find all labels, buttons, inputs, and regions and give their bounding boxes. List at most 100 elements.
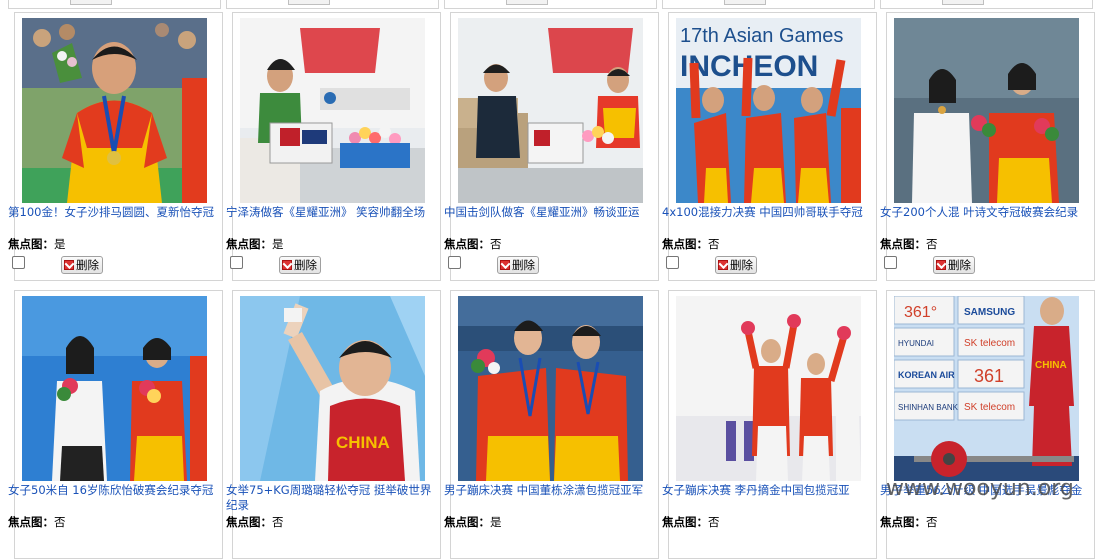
delete-icon [64,260,74,270]
photo-card: 女子蹦床决赛 李丹摘金中国包揽冠亚 焦点图：否 [662,290,877,559]
delete-label: 删除 [512,258,535,272]
photo-caption-link[interactable]: 女子50米自 16岁陈欣怡破赛会纪录夺冠 [8,483,222,498]
svg-text:SK telecom: SK telecom [964,338,1015,349]
focus-value: 否 [708,237,720,251]
delete-button[interactable]: 删除 [279,256,321,274]
photo-card: 宁泽涛做客《星耀亚洲》 笑容帅翻全场 焦点图：是 删除 [226,12,441,281]
svg-text:SAMSUNG: SAMSUNG [964,307,1015,318]
focus-value: 否 [708,515,720,529]
focus-label: 焦点图： [226,515,272,529]
delete-button-remnant[interactable] [70,0,112,5]
photo-caption-link[interactable]: 中国击剑队做客《星耀亚洲》畅谈亚运 [444,205,658,220]
delete-label: 删除 [76,258,99,272]
delete-button[interactable]: 删除 [61,256,103,274]
focus-label: 焦点图： [662,515,708,529]
photo-caption-link[interactable]: 女子蹦床决赛 李丹摘金中国包揽冠亚 [662,483,876,498]
focus-status: 焦点图：否 [880,515,1080,530]
delete-button-remnant[interactable] [724,0,766,5]
card-remnant [226,0,439,9]
svg-text:CHINA: CHINA [336,433,390,452]
delete-button[interactable]: 删除 [933,256,975,274]
photo-caption-link[interactable]: 女子200个人混 叶诗文夺冠破赛会纪录 [880,205,1094,220]
focus-value: 是 [490,515,502,529]
card-remnant [880,0,1093,9]
delete-button[interactable]: 删除 [497,256,539,274]
photo-thumbnail[interactable] [458,18,643,203]
delete-icon [500,260,510,270]
delete-button[interactable]: 删除 [715,256,757,274]
focus-value: 否 [54,515,66,529]
svg-text:KOREAN AIR: KOREAN AIR [898,370,955,380]
photo-card: 女子50米自 16岁陈欣怡破赛会纪录夺冠 焦点图：否 [8,290,223,559]
svg-text:SHINHAN BANK: SHINHAN BANK [898,403,959,412]
focus-status: 焦点图：否 [8,515,208,530]
watermark: www.wooyun.org [886,476,1074,501]
select-checkbox[interactable] [884,256,897,269]
focus-value: 否 [926,515,938,529]
photo-card: 男子蹦床决赛 中国董栋涂潇包揽冠亚军 焦点图：是 [444,290,659,559]
focus-status: 焦点图：是 [226,237,426,252]
delete-label: 删除 [948,258,971,272]
focus-value: 是 [54,237,66,251]
svg-text:361°: 361° [904,304,937,321]
focus-value: 否 [926,237,938,251]
focus-label: 焦点图： [662,237,708,251]
delete-icon [718,260,728,270]
focus-label: 焦点图： [880,515,926,529]
focus-label: 焦点图： [880,237,926,251]
select-checkbox[interactable] [448,256,461,269]
photo-thumbnail[interactable] [894,18,1079,203]
photo-thumbnail[interactable] [240,18,425,203]
photo-caption-link[interactable]: 女举75+KG周璐璐轻松夺冠 挺举破世界纪录 [226,483,440,513]
select-checkbox[interactable] [666,256,679,269]
photo-caption-link[interactable]: 宁泽涛做客《星耀亚洲》 笑容帅翻全场 [226,205,440,220]
photo-card: 17th Asian Games INCHEON 4x100混接力决赛 中国四帅… [662,12,877,281]
svg-text:17th Asian Games: 17th Asian Games [680,25,843,47]
delete-button-remnant[interactable] [288,0,330,5]
focus-status: 焦点图：否 [880,237,1080,252]
focus-label: 焦点图： [444,237,490,251]
svg-text:SK telecom: SK telecom [964,402,1015,413]
svg-text:361: 361 [974,366,1004,386]
photo-card: 女子200个人混 叶诗文夺冠破赛会纪录 焦点图：否 删除 [880,12,1095,281]
select-checkbox[interactable] [12,256,25,269]
photo-card: 第100金！女子沙排马圆圆、夏新怡夺冠 焦点图：是 删除 [8,12,223,281]
focus-status: 焦点图：否 [662,515,862,530]
photo-thumbnail[interactable]: CHINA [240,296,425,481]
focus-status: 焦点图：是 [444,515,644,530]
delete-icon [936,260,946,270]
photo-thumbnail[interactable]: 361° SAMSUNG HYUNDAI SK telecom KOREAN A… [894,296,1079,481]
select-checkbox[interactable] [230,256,243,269]
focus-status: 焦点图：否 [226,515,426,530]
photo-thumbnail[interactable] [22,296,207,481]
previous-row-remnant [0,0,1116,10]
delete-button-remnant[interactable] [942,0,984,5]
focus-value: 否 [490,237,502,251]
focus-label: 焦点图： [8,237,54,251]
focus-status: 焦点图：否 [444,237,644,252]
photo-card: 中国击剑队做客《星耀亚洲》畅谈亚运 焦点图：否 删除 [444,12,659,281]
delete-label: 删除 [730,258,753,272]
focus-value: 否 [272,515,284,529]
focus-value: 是 [272,237,284,251]
photo-thumbnail[interactable] [458,296,643,481]
svg-text:HYUNDAI: HYUNDAI [898,339,934,348]
delete-button-remnant[interactable] [506,0,548,5]
svg-text:CHINA: CHINA [1035,360,1067,371]
photo-card: 361° SAMSUNG HYUNDAI SK telecom KOREAN A… [880,290,1095,559]
focus-label: 焦点图： [444,515,490,529]
delete-icon [282,260,292,270]
photo-caption-link[interactable]: 男子蹦床决赛 中国董栋涂潇包揽冠亚军 [444,483,658,498]
card-remnant [662,0,875,9]
card-remnant [8,0,221,9]
delete-label: 删除 [294,258,317,272]
focus-label: 焦点图： [226,237,272,251]
card-remnant [444,0,657,9]
photo-caption-link[interactable]: 4x100混接力决赛 中国四帅哥联手夺冠 [662,205,876,220]
photo-thumbnail[interactable] [676,296,861,481]
photo-thumbnail[interactable]: 17th Asian Games INCHEON [676,18,861,203]
photo-thumbnail[interactable] [22,18,207,203]
focus-label: 焦点图： [8,515,54,529]
photo-caption-link[interactable]: 第100金！女子沙排马圆圆、夏新怡夺冠 [8,205,222,220]
photo-card: CHINA 女举75+KG周璐璐轻松夺冠 挺举破世界纪录 焦点图：否 [226,290,441,559]
